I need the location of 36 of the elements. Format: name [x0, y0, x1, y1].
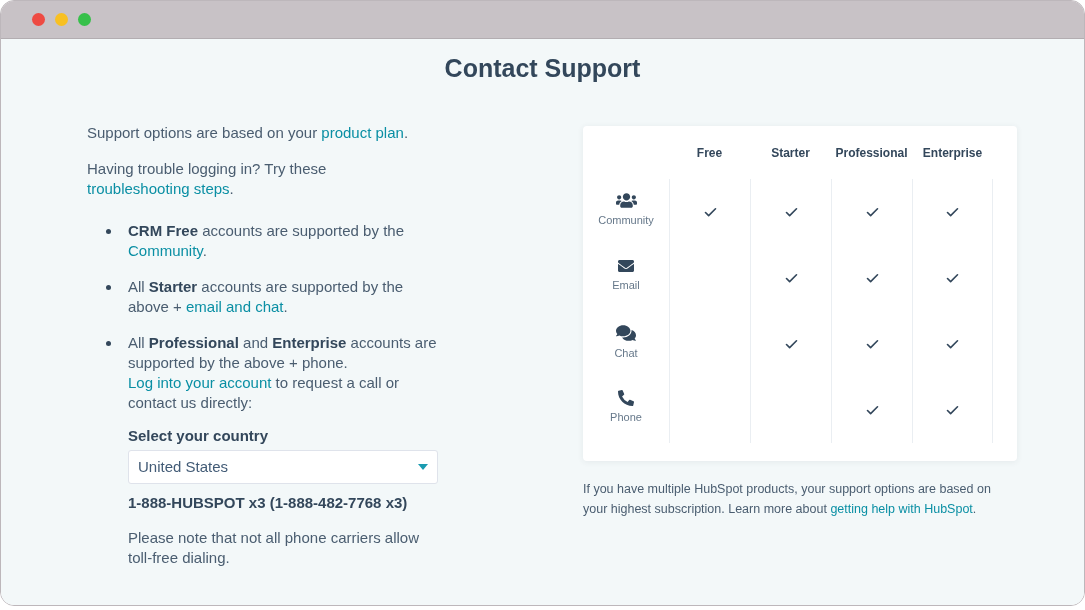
phone-icon — [618, 390, 634, 406]
intro-text: Having trouble logging in? Try these troubleshooting steps. — [87, 159, 328, 199]
footnote-text: If you have multiple HubSpot products, your support options are based on your highest subscription. Learn more about getting help with HubSpot. — [583, 481, 992, 518]
maximize-icon[interactable] — [78, 13, 91, 26]
caret-icon — [418, 464, 428, 470]
column-header: Starter — [771, 144, 810, 162]
column-header: Enterprise — [922, 144, 983, 162]
people-group-icon — [615, 192, 637, 209]
text-link[interactable]: product plan — [321, 124, 404, 141]
channel-label: Chat — [614, 346, 638, 360]
column-header: Free — [696, 144, 723, 162]
close-icon[interactable] — [32, 13, 45, 26]
column-header: Professional — [835, 144, 908, 162]
list-item-text: CRM Free accounts are supported by the Community. — [128, 221, 405, 261]
channel-label: Phone — [610, 410, 642, 424]
text-link[interactable]: getting help with HubSpot — [830, 502, 973, 516]
phone-number: 1-888-HUBSPOT x3 (1-888-482-7768 x3) — [128, 493, 409, 513]
list-item-text: All Starter accounts are supported by the above + email and chat. — [128, 277, 405, 317]
text-link[interactable]: Community — [128, 242, 203, 259]
bullet-icon — [106, 285, 111, 290]
text-link[interactable]: troubleshooting steps — [87, 180, 230, 197]
intro-text: Support options are based on your product plan. — [87, 123, 410, 143]
list-item-text: All Professional and Enterprise accounts are supported by the above + phone. Log into your account to request a call or contact us directly: — [128, 333, 438, 413]
channel-label: Community — [598, 213, 654, 227]
phone-note: Please note that not all phone carriers allow toll-free dialing. — [128, 528, 420, 568]
channel-label: Email — [612, 278, 640, 292]
country-select[interactable]: United States — [128, 450, 438, 484]
text-link[interactable]: Log into your account — [128, 374, 272, 391]
text-link[interactable]: email and chat — [185, 298, 284, 315]
envelope-icon — [616, 258, 636, 274]
chat-bubbles-icon — [616, 324, 636, 342]
bullet-icon — [106, 229, 111, 234]
page-title: Contact Support — [444, 54, 641, 83]
country-label: Select your country — [128, 426, 270, 446]
minimize-icon[interactable] — [55, 13, 68, 26]
bullet-icon — [106, 341, 111, 346]
